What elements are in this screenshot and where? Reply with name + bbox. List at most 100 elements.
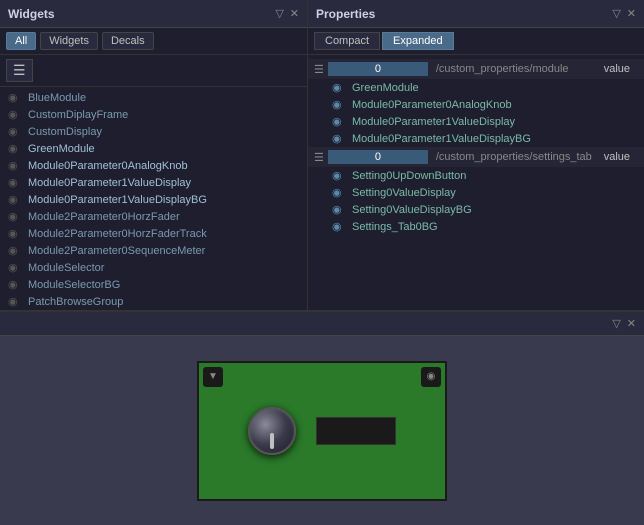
widget-label: CustomDiplayFrame	[28, 109, 128, 121]
value-display	[316, 417, 396, 445]
corner-top-left-button[interactable]: ▼	[203, 367, 223, 387]
list-item[interactable]: ◉ BlueModule	[0, 89, 307, 106]
widgets-tab-bar: All Widgets Decals	[0, 28, 307, 55]
eye-icon: ◉	[8, 142, 22, 155]
preview-content: ▼ ◉	[0, 336, 644, 525]
eye-icon: ◉	[8, 159, 22, 172]
widget-label: Module0Parameter1ValueDisplay	[28, 177, 191, 189]
widget-label: Module0Parameter0AnalogKnob	[28, 160, 188, 172]
properties-close-icon[interactable]: ✕	[627, 7, 636, 20]
analog-knob[interactable]	[248, 407, 296, 455]
prop-label: Module0Parameter0AnalogKnob	[352, 99, 512, 111]
tab-all[interactable]: All	[6, 32, 36, 50]
prop-eye-icon: ◉	[332, 203, 346, 216]
eye-icon: ◉	[8, 193, 22, 206]
prop-item[interactable]: ◉ Settings_Tab0BG	[308, 218, 644, 235]
list-item[interactable]: ◉ ModuleSelector	[0, 259, 307, 276]
section-2-path: /custom_properties/settings_tab	[436, 151, 592, 163]
preview-header-icons: ▽ ✕	[612, 317, 636, 330]
eye-icon: ◉	[8, 261, 22, 274]
widgets-filter-row: ☰	[0, 55, 307, 87]
prop-label: Module0Parameter1ValueDisplay	[352, 116, 515, 128]
list-item[interactable]: ◉ ModuleSelectorBG	[0, 276, 307, 293]
widgets-title: Widgets	[8, 7, 55, 21]
widget-label: Module0Parameter1ValueDisplayBG	[28, 194, 207, 206]
widget-label: Module2Parameter0HorzFaderTrack	[28, 228, 207, 240]
tab-widgets[interactable]: Widgets	[40, 32, 98, 50]
prop-item[interactable]: ◉ Setting0UpDownButton	[308, 167, 644, 184]
prop-eye-icon: ◉	[332, 169, 346, 182]
list-item[interactable]: ◉ CustomDisplay	[0, 123, 307, 140]
tab-expanded[interactable]: Expanded	[382, 32, 454, 50]
properties-title: Properties	[316, 7, 375, 21]
prop-eye-icon: ◉	[332, 132, 346, 145]
section-1-value-input[interactable]	[328, 62, 428, 76]
prop-label: Module0Parameter1ValueDisplayBG	[352, 133, 531, 145]
widget-label: ModuleSelector	[28, 262, 104, 274]
eye-icon: ◉	[8, 210, 22, 223]
list-item[interactable]: ◉ Module2Parameter0SequenceMeter	[0, 242, 307, 259]
prop-section-1-header: ☰ /custom_properties/module value	[308, 59, 644, 79]
properties-filter-icon[interactable]: ▽	[612, 7, 620, 20]
tab-compact[interactable]: Compact	[314, 32, 380, 50]
list-item[interactable]: ◉ PatchBrowseGroup	[0, 293, 307, 310]
module-preview: ▼ ◉	[197, 361, 447, 501]
eye-icon: ◉	[8, 108, 22, 121]
widgets-panel-header: Widgets ▽ ✕	[0, 0, 307, 28]
widgets-header-icons: ▽ ✕	[275, 7, 299, 20]
widget-label: GreenModule	[28, 143, 95, 155]
section-2-value-input[interactable]	[328, 150, 428, 164]
properties-panel: Properties ▽ ✕ Compact Expanded ☰ /custo…	[308, 0, 644, 310]
properties-header-icons: ▽ ✕	[612, 7, 636, 20]
list-item[interactable]: ◉ Module0Parameter1ValueDisplayBG	[0, 191, 307, 208]
prop-item[interactable]: ◉ Setting0ValueDisplay	[308, 184, 644, 201]
preview-header: ▽ ✕	[0, 312, 644, 336]
preview-panel: ▽ ✕ ▼ ◉	[0, 310, 644, 525]
eye-icon: ◉	[8, 295, 22, 308]
prop-item[interactable]: ◉ GreenModule	[308, 79, 644, 96]
widgets-filter-icon[interactable]: ▽	[275, 7, 283, 20]
prop-item[interactable]: ◉ Setting0ValueDisplayBG	[308, 201, 644, 218]
list-item[interactable]: ◉ Module0Parameter1ValueDisplay	[0, 174, 307, 191]
list-item[interactable]: ◉ Module2Parameter0HorzFaderTrack	[0, 225, 307, 242]
section-1-value-col: value	[604, 63, 630, 75]
widget-label: CustomDisplay	[28, 126, 102, 138]
widget-label: ModuleSelectorBG	[28, 279, 120, 291]
list-item[interactable]: ◉ CustomDiplayFrame	[0, 106, 307, 123]
prop-item[interactable]: ◉ Module0Parameter1ValueDisplayBG	[308, 130, 644, 147]
corner-top-right-button[interactable]: ◉	[421, 367, 441, 387]
widget-label: Module2Parameter0HorzFader	[28, 211, 180, 223]
preview-close-icon[interactable]: ✕	[627, 317, 636, 330]
properties-panel-header: Properties ▽ ✕	[308, 0, 644, 28]
eye-icon: ◉	[8, 278, 22, 291]
list-item[interactable]: ◉ Module0Parameter0AnalogKnob	[0, 157, 307, 174]
list-item[interactable]: ◉ Module2Parameter0HorzFader	[0, 208, 307, 225]
widgets-hamburger-button[interactable]: ☰	[6, 59, 33, 82]
prop-label: Setting0UpDownButton	[352, 170, 466, 182]
section-1-hamburger-icon: ☰	[314, 63, 324, 76]
eye-icon: ◉	[8, 227, 22, 240]
section-2-hamburger-icon: ☰	[314, 151, 324, 164]
prop-label: GreenModule	[352, 82, 419, 94]
preview-filter-icon[interactable]: ▽	[612, 317, 620, 330]
widget-label: Module2Parameter0SequenceMeter	[28, 245, 205, 257]
tab-decals[interactable]: Decals	[102, 32, 154, 50]
eye-icon: ◉	[8, 91, 22, 104]
widgets-panel: Widgets ▽ ✕ All Widgets Decals ☰ ◉ BlueM…	[0, 0, 308, 310]
section-2-value-col: value	[604, 151, 630, 163]
properties-tab-bar: Compact Expanded	[308, 28, 644, 55]
eye-icon: ◉	[8, 244, 22, 257]
prop-eye-icon: ◉	[332, 81, 346, 94]
properties-content: ☰ /custom_properties/module value ◉ Gree…	[308, 55, 644, 310]
prop-item[interactable]: ◉ Module0Parameter0AnalogKnob	[308, 96, 644, 113]
list-item[interactable]: ◉ GreenModule	[0, 140, 307, 157]
prop-label: Setting0ValueDisplayBG	[352, 204, 472, 216]
prop-eye-icon: ◉	[332, 98, 346, 111]
prop-eye-icon: ◉	[332, 115, 346, 128]
prop-section-2-header: ☰ /custom_properties/settings_tab value	[308, 147, 644, 167]
section-1-path: /custom_properties/module	[436, 63, 569, 75]
widgets-close-icon[interactable]: ✕	[290, 7, 299, 20]
prop-item[interactable]: ◉ Module0Parameter1ValueDisplay	[308, 113, 644, 130]
widget-list: ◉ BlueModule ◉ CustomDiplayFrame ◉ Custo…	[0, 87, 307, 310]
prop-label: Setting0ValueDisplay	[352, 187, 456, 199]
